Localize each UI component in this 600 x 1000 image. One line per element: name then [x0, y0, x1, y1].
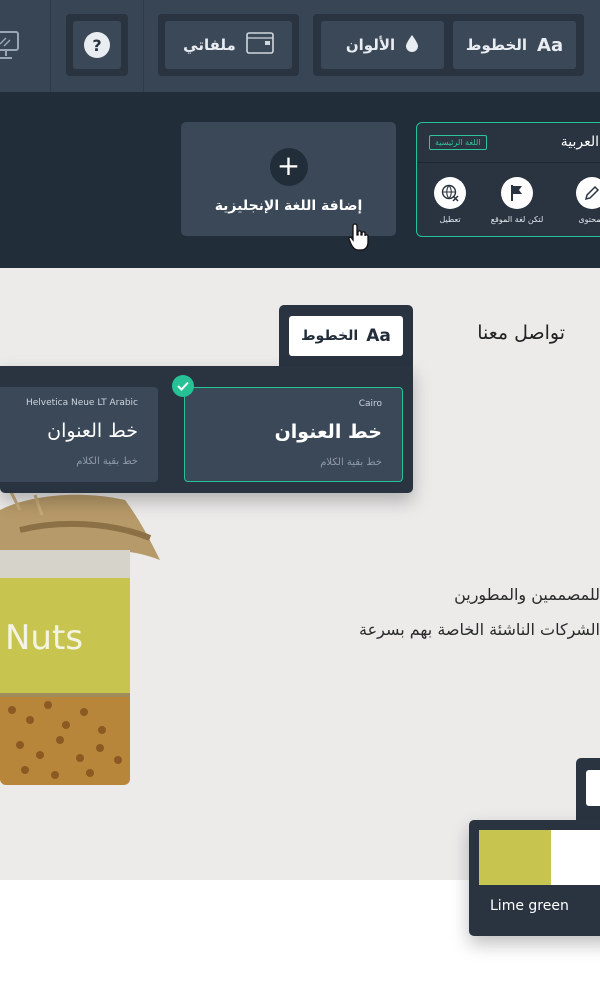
description-line-2: الشركات الناشئة الخاصة بهم بسرعة [359, 620, 600, 639]
help-group: ? [66, 14, 128, 76]
set-site-language-label: لتكن لغة الموقع [490, 215, 544, 224]
disable-language-button[interactable]: تعطيل [417, 177, 485, 224]
fonts-button[interactable]: الخطوط Aa [453, 21, 576, 69]
colors-button[interactable]: الألوان [321, 21, 444, 69]
plus-icon: + [269, 148, 308, 186]
font-option-cairo[interactable]: Cairo خط العنوان خط بقية الكلام [184, 387, 403, 482]
globe-disable-icon [434, 177, 466, 209]
font-heading-sample: خط العنوان [47, 420, 138, 442]
font-body-sample: خط بقية الكلام [76, 456, 138, 467]
wallet-icon [246, 32, 274, 58]
set-site-language-button[interactable]: لتكن لغة الموقع [482, 177, 552, 224]
language-name: العربية [560, 134, 599, 150]
color-popover-tab [576, 758, 600, 820]
edit-content-button[interactable]: المحتوى [557, 177, 600, 224]
toolbar-divider [50, 0, 51, 92]
arabic-language-card: اللغة الرئيسية العربية تعطيل لتكن لغة ال… [416, 122, 600, 237]
fonts-label: الخطوط [465, 36, 528, 54]
main-language-badge: اللغة الرئيسية [429, 135, 487, 150]
top-toolbar: ? ملفاتي الألوان الخطوط Aa [0, 0, 600, 92]
fonts-popover: Helvetica Neue LT Arabic خط العنوان خط ب… [0, 366, 413, 493]
fonts-tab-button[interactable]: الخطوط Aa [289, 316, 403, 356]
fonts-popover-tab: الخطوط Aa [279, 305, 413, 367]
hand-cursor-icon [348, 222, 370, 256]
font-name: Cairo [358, 399, 382, 409]
color-tab-button[interactable] [586, 770, 600, 806]
add-english-language-button[interactable]: + إضافة اللغة الإنجليزية [181, 122, 396, 236]
pencil-icon [576, 177, 600, 209]
color-option-card[interactable]: Lime green [469, 820, 600, 936]
help-button[interactable]: ? [73, 21, 121, 69]
font-heading-sample: خط العنوان [274, 421, 382, 443]
font-body-sample: خط بقية الكلام [320, 457, 382, 468]
font-aa-icon: Aa [537, 34, 564, 56]
content-label: المحتوى [578, 215, 600, 224]
add-english-label: إضافة اللغة الإنجليزية [214, 198, 363, 214]
files-group: ملفاتي [158, 14, 299, 76]
font-option-helvetica[interactable]: Helvetica Neue LT Arabic خط العنوان خط ب… [0, 387, 158, 482]
drop-icon [405, 34, 419, 56]
selected-check-icon [172, 375, 194, 397]
secondary-color-swatch [551, 830, 600, 885]
description-line-1: للمصممين والمطورين [454, 585, 600, 604]
colors-label: الألوان [345, 36, 396, 54]
contact-us-heading: تواصل معنا [477, 322, 565, 344]
color-swatch [479, 830, 600, 885]
nuts-jar-image: Nuts [0, 490, 165, 790]
toolbar-divider [143, 0, 144, 92]
flag-icon [501, 177, 533, 209]
color-name: Lime green [490, 898, 569, 914]
my-files-button[interactable]: ملفاتي [165, 21, 292, 69]
primary-color-swatch [479, 830, 551, 885]
disable-label: تعطيل [439, 215, 461, 224]
font-name: Helvetica Neue LT Arabic [25, 398, 138, 408]
arabic-card-header: اللغة الرئيسية العربية [417, 123, 600, 163]
design-group: الألوان الخطوط Aa [313, 14, 584, 76]
help-icon: ? [84, 32, 110, 58]
font-aa-icon: Aa [366, 326, 391, 346]
product-label: Nuts [5, 618, 84, 658]
fonts-tab-label: الخطوط [301, 328, 359, 344]
monitor-icon[interactable] [0, 28, 24, 64]
files-label: ملفاتي [183, 36, 236, 54]
